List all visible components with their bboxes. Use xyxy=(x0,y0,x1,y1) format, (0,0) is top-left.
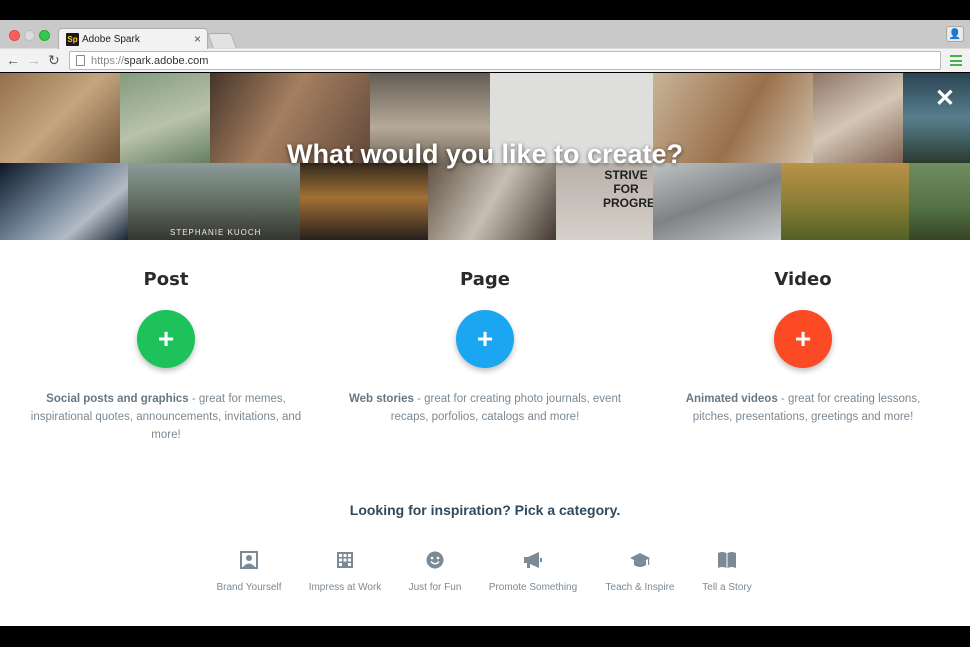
close-icon[interactable]: ✕ xyxy=(935,87,955,111)
option-title-post: Post xyxy=(143,269,189,290)
option-video: Video + Animated videos - great for crea… xyxy=(653,269,953,426)
option-post: Post + Social posts and graphics - great… xyxy=(16,269,316,444)
desc-bold: Animated videos xyxy=(685,393,778,405)
browser-menu-icon[interactable] xyxy=(950,55,962,66)
reload-icon[interactable]: ↻ xyxy=(48,52,60,68)
category-brand-yourself[interactable]: Brand Yourself xyxy=(194,548,304,593)
screen-bottom-bar xyxy=(0,626,970,647)
forward-arrow-icon[interactable]: → xyxy=(27,52,41,68)
megaphone-icon xyxy=(478,548,588,572)
option-description-post: Social posts and graphics - great for me… xyxy=(16,390,316,444)
page-content: STEPHANIE KUOCH STRIVE FOR PROGRESS What… xyxy=(0,73,970,626)
option-title-video: Video xyxy=(774,269,832,290)
category-promote-something[interactable]: Promote Something xyxy=(478,548,588,593)
option-description-video: Animated videos - great for creating les… xyxy=(653,390,953,426)
page-icon xyxy=(76,55,85,66)
category-label: Tell a Story xyxy=(702,582,752,593)
tab-strip: Sp Adobe Spark × 👤 xyxy=(0,20,970,49)
category-label: Brand Yourself xyxy=(216,582,282,593)
screen-top-bar xyxy=(0,0,970,20)
browser-tab[interactable]: Sp Adobe Spark × xyxy=(58,28,208,49)
browser-chrome: Sp Adobe Spark × 👤 ← → ↻ https://spark.a… xyxy=(0,20,970,72)
option-description-page: Web stories - great for creating photo j… xyxy=(335,390,635,426)
category-just-for-fun[interactable]: Just for Fun xyxy=(380,548,490,593)
new-tab-button[interactable] xyxy=(207,33,237,48)
create-page-button[interactable]: + xyxy=(456,310,514,368)
navigation-bar: ← → ↻ https://spark.adobe.com xyxy=(0,49,970,72)
back-arrow-icon[interactable]: ← xyxy=(6,52,20,68)
option-page: Page + Web stories - great for creating … xyxy=(335,269,635,426)
book-icon xyxy=(672,548,782,572)
category-label: Just for Fun xyxy=(408,582,462,593)
desc-rest: - great for creating photo journals, eve… xyxy=(390,393,622,423)
hero-banner: STEPHANIE KUOCH STRIVE FOR PROGRESS What… xyxy=(0,73,970,240)
zoom-window-button[interactable] xyxy=(39,30,50,41)
tab-close-icon[interactable]: × xyxy=(194,32,201,46)
url-host: spark.adobe.com xyxy=(124,54,209,67)
url-protocol: https:// xyxy=(91,54,125,67)
profile-icon[interactable]: 👤 xyxy=(946,26,964,42)
category-tell-a-story[interactable]: Tell a Story xyxy=(672,548,782,593)
address-bar[interactable]: https://spark.adobe.com xyxy=(69,51,941,70)
portrait-icon xyxy=(194,548,304,572)
tab-title: Adobe Spark xyxy=(82,33,140,45)
close-window-button[interactable] xyxy=(9,30,20,41)
desc-bold: Social posts and graphics xyxy=(46,393,189,405)
adobe-spark-favicon-icon: Sp xyxy=(66,32,79,46)
smiley-icon xyxy=(380,548,490,572)
create-video-button[interactable]: + xyxy=(774,310,832,368)
minimize-window-button[interactable] xyxy=(24,30,35,41)
desc-bold: Web stories xyxy=(348,393,414,405)
option-title-page: Page xyxy=(460,269,510,290)
inspiration-heading: Looking for inspiration? Pick a category… xyxy=(349,502,621,518)
create-post-button[interactable]: + xyxy=(137,310,195,368)
hero-title: What would you like to create? xyxy=(286,139,684,169)
category-label: Promote Something xyxy=(488,582,578,593)
